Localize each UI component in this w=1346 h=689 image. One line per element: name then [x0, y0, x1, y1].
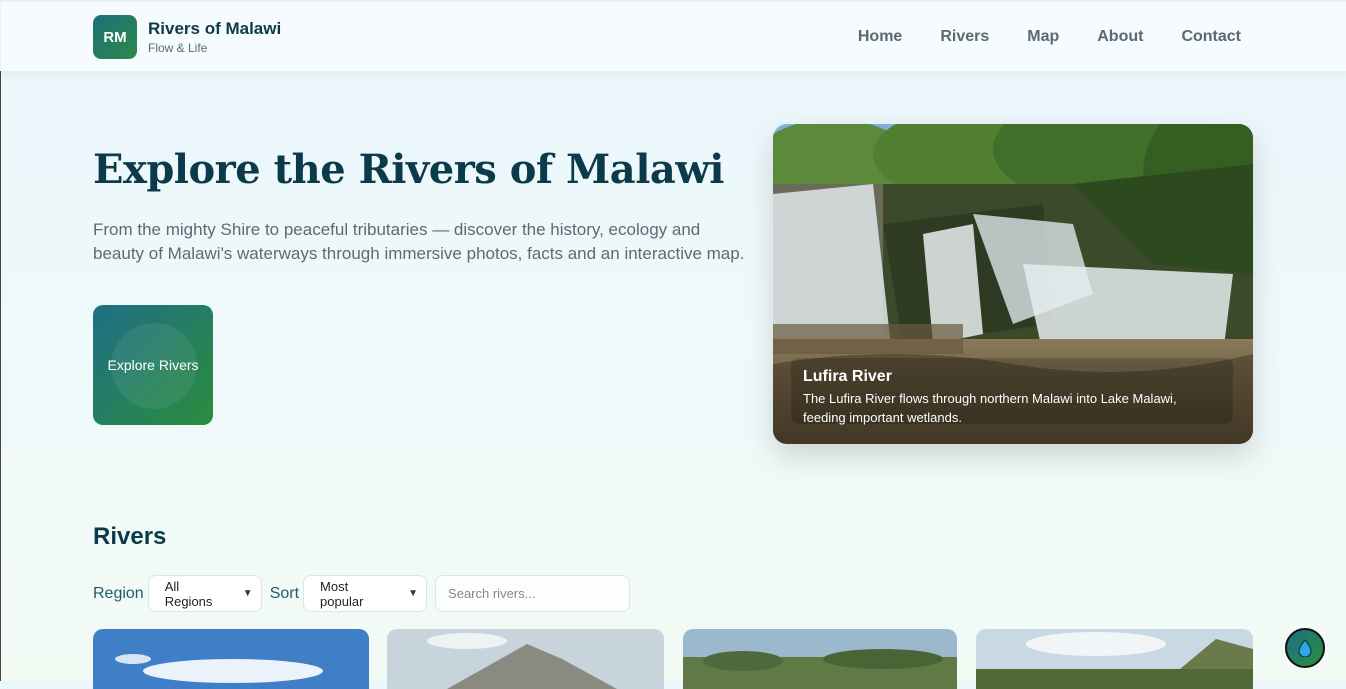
region-select[interactable]: All Regions ▼: [147, 575, 262, 612]
river-card[interactable]: [976, 629, 1253, 689]
sort-label: Sort: [269, 584, 300, 602]
nav-contact[interactable]: Contact: [1181, 28, 1241, 46]
sort-select[interactable]: Most popular ▼: [303, 575, 428, 612]
hero-title: Explore the Rivers of Malawi: [93, 146, 724, 193]
search-input[interactable]: [435, 575, 631, 612]
river-filters: Region All Regions ▼ Sort Most popular ▼: [93, 575, 631, 612]
featured-river-name: Lufira River: [803, 368, 892, 385]
river-card-image: [683, 629, 957, 689]
nav-home[interactable]: Home: [858, 28, 902, 46]
rivers-section-title: Rivers: [93, 523, 167, 550]
chevron-down-icon: ▼: [242, 588, 253, 599]
logo-badge[interactable]: RM: [93, 15, 137, 59]
river-card-image: [976, 629, 1253, 689]
river-card-image: [93, 629, 369, 689]
sort-select-value: Most popular: [320, 578, 364, 609]
nav-about[interactable]: About: [1097, 28, 1143, 46]
hero-description: From the mighty Shire to peaceful tribut…: [93, 220, 745, 263]
nav-rivers[interactable]: Rivers: [940, 28, 989, 46]
river-card[interactable]: [683, 629, 957, 689]
region-label: Region: [93, 584, 144, 602]
region-select-value: All Regions: [164, 578, 213, 609]
brand-tagline: Flow & Life: [148, 41, 208, 55]
river-card-image: [387, 629, 664, 689]
explore-rivers-button[interactable]: Explore Rivers: [93, 305, 213, 425]
featured-river-text: The Lufira River flows through northern …: [803, 391, 1177, 425]
river-card[interactable]: [387, 629, 664, 689]
featured-river-card[interactable]: Lufira River The Lufira River flows thro…: [773, 124, 1253, 444]
water-drop-icon: [1298, 639, 1312, 657]
brand-name[interactable]: Rivers of Malawi: [148, 19, 281, 39]
water-drop-fab[interactable]: [1285, 628, 1325, 668]
nav-map[interactable]: Map: [1027, 28, 1059, 46]
river-card[interactable]: [93, 629, 369, 689]
site-header: RM Rivers of Malawi Flow & Life Home Riv…: [0, 0, 1346, 71]
featured-caption: Lufira River The Lufira River flows thro…: [791, 358, 1233, 425]
explore-rivers-label: Explore Rivers: [107, 357, 199, 373]
chevron-down-icon: ▼: [408, 588, 419, 599]
main-nav: Home Rivers Map About Contact: [858, 28, 1241, 46]
